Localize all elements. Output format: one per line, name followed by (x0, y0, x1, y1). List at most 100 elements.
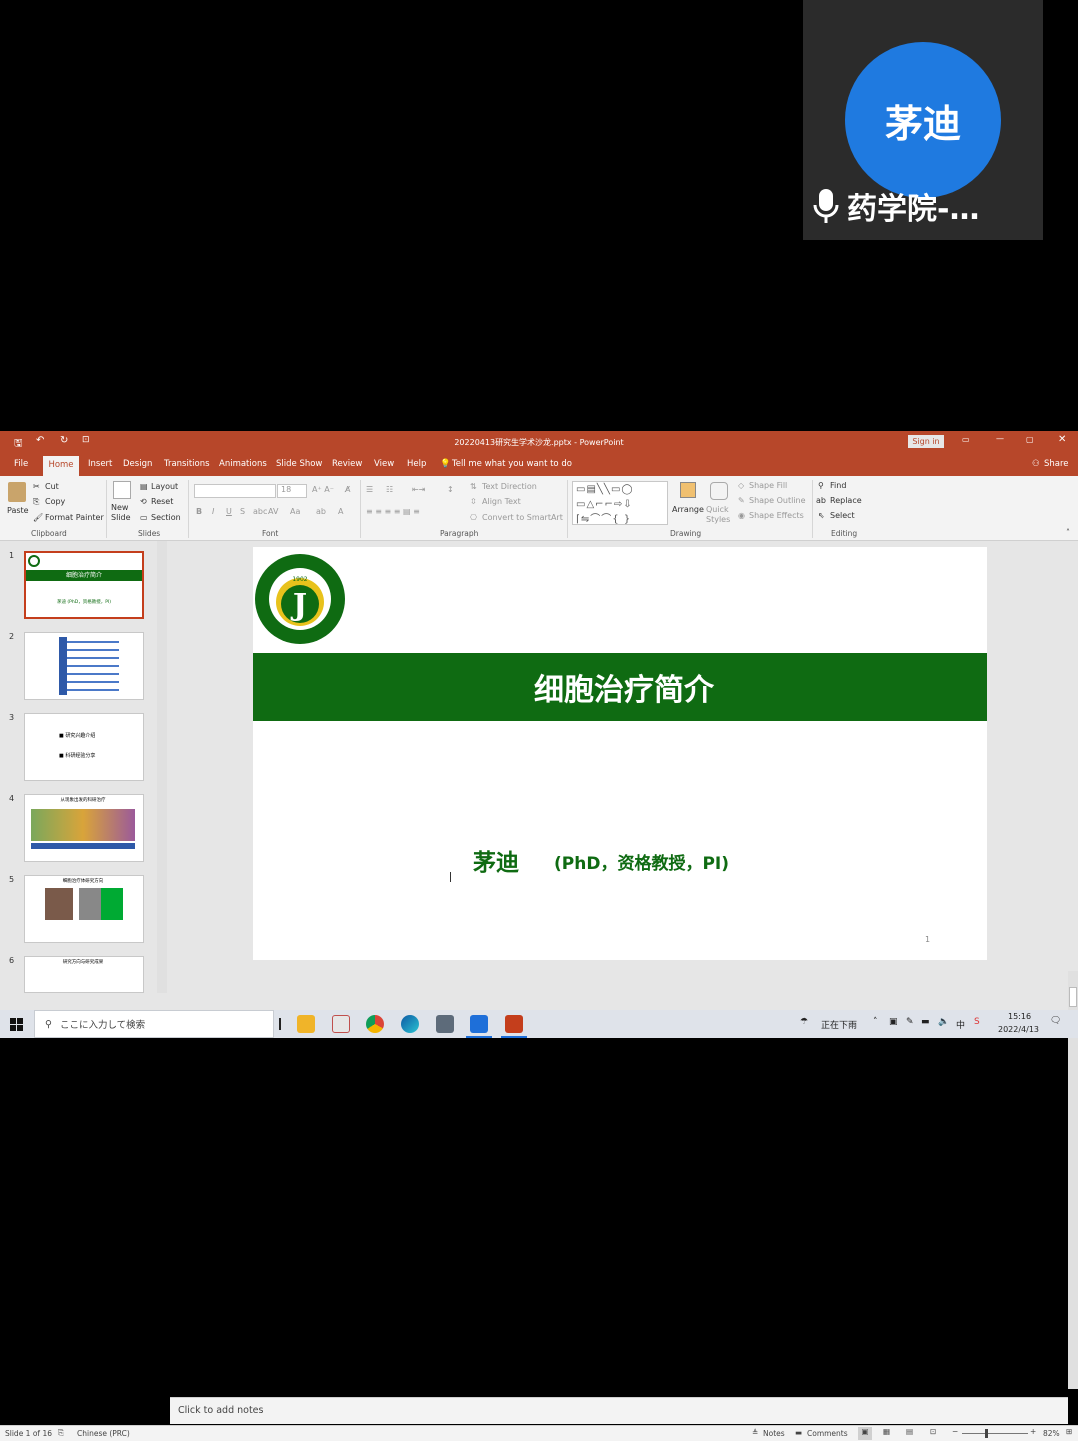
tray-icon[interactable]: ▣ (889, 1017, 898, 1027)
quick-styles-icon[interactable] (710, 482, 728, 500)
normal-view-icon[interactable]: ▣ (858, 1427, 872, 1440)
thumbnail-slide-1[interactable]: 细胞治疗简介 茅迪 (PhD，资格教授，PI) (24, 551, 144, 619)
close-icon[interactable]: ✕ (1058, 434, 1066, 445)
zoom-in-icon[interactable]: + (1030, 1427, 1036, 1436)
align-icons[interactable]: ≡ ≡ ≡ ≡ ▤ ≡ (366, 507, 420, 516)
strikethrough-icon[interactable]: abc (253, 507, 267, 516)
shape-outline-icon[interactable]: ✎ (738, 496, 745, 505)
section-button[interactable]: Section (151, 513, 181, 522)
zoom-slider[interactable] (962, 1433, 1028, 1434)
pen-icon[interactable]: ✎ (906, 1017, 914, 1027)
thumbnail-slide-3[interactable]: ■ 研究兴趣介绍 ■ 科研经验分享 (24, 713, 144, 781)
quick-styles-button[interactable]: Quick Styles (706, 505, 730, 525)
tab-review[interactable]: Review (332, 459, 362, 469)
grow-font-icon[interactable]: A⁺ A⁻ (312, 485, 334, 494)
sign-in-button[interactable]: Sign in (908, 435, 944, 448)
ime-indicator[interactable]: 中 (956, 1018, 965, 1031)
microphone-icon[interactable] (811, 187, 841, 225)
share-button[interactable]: Share (1044, 459, 1069, 469)
tab-home[interactable]: Home (43, 456, 79, 476)
bullets-icon[interactable]: ☰ (366, 485, 373, 494)
meeting-app-icon[interactable] (470, 1015, 488, 1033)
zoom-out-icon[interactable]: − (952, 1427, 958, 1436)
weather-text[interactable]: 正在下雨 (821, 1018, 857, 1031)
text-direction-button[interactable]: Text Direction (482, 482, 537, 491)
underline-icon[interactable]: U (226, 507, 232, 516)
replace-button[interactable]: Replace (830, 496, 862, 505)
bold-icon[interactable]: B (196, 507, 202, 516)
app-icon[interactable] (332, 1015, 350, 1033)
notification-icon[interactable]: 🗨 (1050, 1016, 1061, 1026)
indent-icon[interactable]: ⇤⇥ (412, 485, 425, 494)
thumbnail-scrollbar[interactable] (157, 541, 167, 993)
arrange-button[interactable]: Arrange (672, 505, 704, 514)
slideshow-icon[interactable]: ⊡ (930, 1427, 936, 1436)
numbering-icon[interactable]: ☷ (386, 485, 393, 494)
copy-icon[interactable]: ⎘ (33, 497, 39, 507)
chrome-icon[interactable] (366, 1015, 384, 1033)
clock-time[interactable]: 15:16 (1008, 1012, 1031, 1021)
minimize-icon[interactable]: — (996, 434, 1004, 443)
reset-icon[interactable]: ⟲ (140, 497, 147, 506)
find-button[interactable]: Find (830, 481, 846, 490)
tab-help[interactable]: Help (407, 459, 426, 469)
scroll-thumb[interactable] (1069, 987, 1077, 1007)
thumbnail-slide-2[interactable] (24, 632, 144, 700)
tray-chevron-icon[interactable]: ˄ (873, 1017, 878, 1027)
author-credentials[interactable]: (PhD，资格教授，PI) (554, 849, 729, 874)
spellcheck-icon[interactable]: ⎘ (58, 1428, 64, 1438)
layout-button[interactable]: Layout (151, 482, 178, 491)
align-text-icon[interactable]: ⇳ (470, 497, 477, 506)
notes-pane[interactable]: Click to add notes (170, 1397, 1068, 1424)
shape-fill-icon[interactable]: ◇ (738, 481, 744, 490)
volume-icon[interactable]: 🔈 (938, 1017, 949, 1027)
select-button[interactable]: Select (830, 511, 855, 520)
maximize-icon[interactable]: ▢ (1026, 435, 1034, 444)
shapes-gallery[interactable]: ▭▤╲╲▭◯ ▭△⌐⌐⇨⇩ ⌈⇋⌒⌒{ } (572, 481, 668, 525)
align-text-button[interactable]: Align Text (482, 497, 521, 506)
tell-me-search[interactable]: Tell me what you want to do (452, 459, 572, 469)
italic-icon[interactable]: I (212, 507, 214, 516)
powerpoint-icon[interactable] (505, 1015, 523, 1033)
paste-button[interactable]: Paste (7, 506, 29, 515)
cut-icon[interactable]: ✂ (33, 482, 40, 491)
tab-slide-show[interactable]: Slide Show (276, 459, 322, 469)
tab-file[interactable]: File (14, 459, 28, 469)
tab-view[interactable]: View (374, 459, 394, 469)
edge-icon[interactable] (401, 1015, 419, 1033)
current-slide[interactable]: J 1902 细胞治疗简介 茅迪 (PhD，资格教授，PI) 1 (253, 547, 987, 960)
reading-view-icon[interactable]: ▤ (906, 1427, 913, 1436)
clear-format-icon[interactable]: A̸ (345, 485, 350, 494)
format-painter-button[interactable]: Format Painter (45, 513, 104, 522)
zoom-level[interactable]: 82% (1043, 1429, 1060, 1438)
zoom-slider-thumb[interactable] (985, 1429, 988, 1438)
shape-effects-icon[interactable]: ◉ (738, 511, 745, 520)
new-slide-button[interactable]: New Slide (111, 503, 131, 523)
smartart-icon[interactable]: ⎔ (470, 513, 477, 522)
shape-outline-button[interactable]: Shape Outline (749, 496, 806, 505)
find-icon[interactable]: ⚲ (818, 481, 824, 490)
calculator-icon[interactable] (436, 1015, 454, 1033)
format-painter-icon[interactable]: 🖌 (33, 513, 43, 522)
shadow-icon[interactable]: S (240, 507, 245, 516)
font-color-icon[interactable]: A (338, 507, 343, 516)
layout-icon[interactable]: ▤ (140, 482, 148, 491)
arrange-icon[interactable] (680, 482, 696, 498)
tab-animations[interactable]: Animations (219, 459, 267, 469)
clock-date[interactable]: 2022/4/13 (998, 1025, 1039, 1034)
file-explorer-icon[interactable] (297, 1015, 315, 1033)
windows-start-icon[interactable] (10, 1018, 23, 1031)
ribbon-display-icon[interactable]: ▭ (962, 435, 970, 444)
thumbnail-slide-6[interactable]: 研究方向与研究成果 (24, 956, 144, 993)
author-name[interactable]: 茅迪 (473, 843, 519, 877)
tab-insert[interactable]: Insert (88, 459, 112, 469)
highlight-icon[interactable]: ab (316, 507, 326, 516)
slide-sorter-icon[interactable]: ▦ (883, 1427, 890, 1436)
notes-icon[interactable]: ≜ (752, 1428, 758, 1437)
comments-icon[interactable]: ▬ (795, 1428, 802, 1437)
convert-smartart-button[interactable]: Convert to SmartArt (482, 513, 563, 522)
battery-icon[interactable]: ▬ (921, 1017, 930, 1027)
input-method-icon[interactable]: S (974, 1017, 980, 1027)
comments-toggle[interactable]: Comments (807, 1429, 848, 1438)
new-slide-icon[interactable] (113, 481, 131, 499)
